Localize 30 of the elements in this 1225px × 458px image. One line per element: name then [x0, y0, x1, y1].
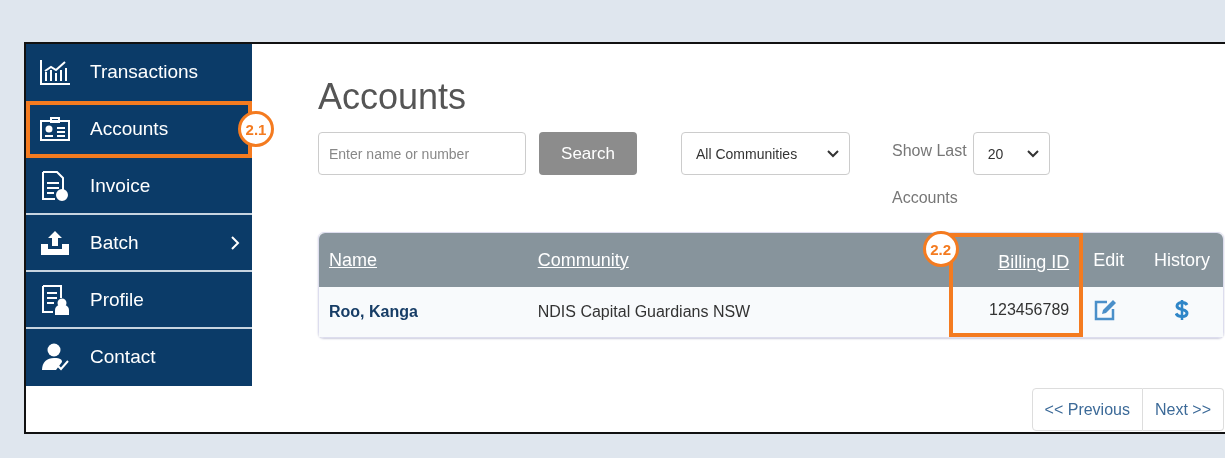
community-dropdown[interactable]: All Communities [681, 132, 850, 175]
count-dropdown[interactable]: 20 [972, 132, 1050, 175]
table-cell: 123456789 [948, 287, 1084, 337]
person-check-icon [39, 341, 71, 372]
sidebar-item[interactable]: Invoice [26, 158, 252, 215]
sidebar-item[interactable]: Contact [26, 329, 252, 386]
chevron-right-icon [230, 234, 240, 251]
next-button[interactable]: Next >> [1142, 388, 1224, 431]
edit-icon[interactable] [1093, 299, 1118, 321]
invoice-icon [39, 170, 71, 201]
dollar-icon[interactable] [1175, 299, 1190, 321]
callout-badge: 2.1 [238, 111, 274, 147]
column-header: Edit [1093, 249, 1125, 270]
column-header: History [1154, 249, 1211, 270]
sidebar-item[interactable]: Profile [26, 272, 252, 329]
table-cell: NDIS Capital Guardians NSW [527, 287, 949, 337]
profile-document-icon [39, 284, 71, 315]
chevron-down-icon [1026, 149, 1039, 158]
show-last-label: Show Last [892, 142, 967, 160]
chart-icon [39, 58, 71, 85]
sidebar-item[interactable]: Batch [26, 215, 252, 272]
chevron-down-icon [827, 149, 839, 158]
upload-tray-icon [39, 229, 71, 256]
search-field[interactable]: Enter name or number [318, 132, 526, 175]
sidebar-item[interactable]: Transactions [26, 44, 252, 101]
page-title: Accounts [318, 76, 468, 118]
accounts-label: Accounts [892, 189, 959, 207]
table-cell: Roo, Kanga [319, 287, 528, 337]
previous-button[interactable]: << Previous [1031, 388, 1143, 431]
id-card-icon [39, 115, 71, 142]
